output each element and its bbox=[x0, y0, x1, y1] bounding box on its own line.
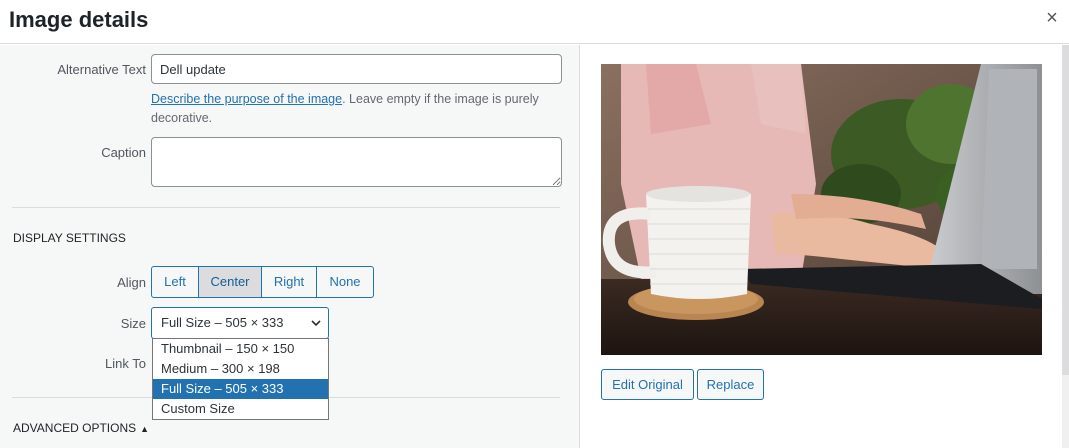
edit-original-button[interactable]: Edit Original bbox=[601, 369, 694, 400]
chevron-down-icon bbox=[311, 320, 321, 327]
alt-text-label: Alternative Text bbox=[57, 62, 146, 77]
align-none-button[interactable]: None bbox=[316, 266, 374, 298]
replace-button[interactable]: Replace bbox=[697, 369, 764, 400]
close-icon[interactable]: × bbox=[1043, 6, 1061, 30]
size-select[interactable]: Full Size – 505 × 333 bbox=[151, 307, 329, 339]
alt-text-input[interactable] bbox=[151, 54, 562, 84]
image-preview bbox=[601, 64, 1042, 355]
size-option-thumbnail[interactable]: Thumbnail – 150 × 150 bbox=[153, 339, 328, 359]
size-option-custom[interactable]: Custom Size bbox=[153, 399, 328, 419]
caption-textarea[interactable] bbox=[151, 137, 562, 187]
advanced-options-toggle[interactable]: ADVANCED OPTIONS ▲ bbox=[13, 421, 149, 435]
size-option-full[interactable]: Full Size – 505 × 333 bbox=[153, 379, 328, 399]
photo-woman-laptop-coffee bbox=[601, 64, 1042, 355]
settings-panel: Alternative Text Describe the purpose of… bbox=[0, 45, 580, 448]
align-left-button[interactable]: Left bbox=[151, 266, 199, 298]
advanced-options-label: ADVANCED OPTIONS bbox=[13, 421, 137, 435]
display-settings-heading: DISPLAY SETTINGS bbox=[13, 231, 126, 245]
describe-purpose-link[interactable]: Describe the purpose of the image bbox=[151, 92, 342, 106]
align-label: Align bbox=[117, 275, 146, 290]
size-label: Size bbox=[120, 316, 146, 331]
size-option-medium[interactable]: Medium – 300 × 198 bbox=[153, 359, 328, 379]
link-to-label: Link To bbox=[105, 356, 146, 371]
align-right-button[interactable]: Right bbox=[261, 266, 317, 298]
align-button-group: Left Center Right None bbox=[151, 266, 374, 298]
caption-label: Caption bbox=[101, 145, 146, 160]
size-dropdown-list: Thumbnail – 150 × 150 Medium – 300 × 198… bbox=[152, 338, 329, 420]
scrollbar-thumb[interactable] bbox=[1062, 45, 1069, 375]
modal-header: Image details × bbox=[0, 0, 1069, 44]
size-select-value: Full Size – 505 × 333 bbox=[161, 315, 284, 330]
align-center-button[interactable]: Center bbox=[198, 266, 262, 298]
modal-title: Image details bbox=[9, 7, 149, 32]
triangle-up-icon: ▲ bbox=[140, 424, 150, 434]
preview-panel: Edit Original Replace bbox=[581, 45, 1069, 448]
alt-text-help: Describe the purpose of the image. Leave… bbox=[151, 90, 571, 128]
divider bbox=[12, 207, 560, 208]
